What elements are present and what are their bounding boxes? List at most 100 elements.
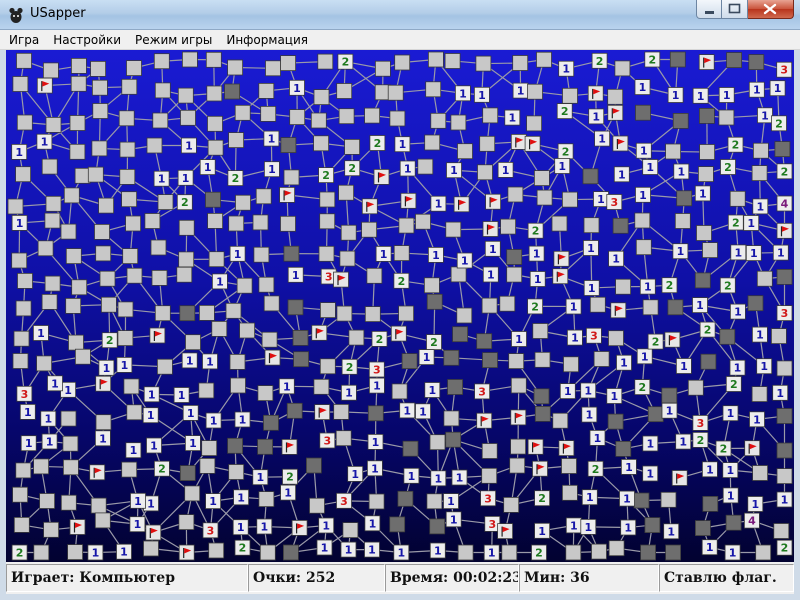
cell-number-3[interactable]: 3 (586, 327, 602, 344)
cell-unopened[interactable] (11, 252, 28, 269)
cell-unopened[interactable] (65, 248, 82, 265)
cell-number-1[interactable]: 1 (340, 384, 357, 401)
cell-number-1[interactable]: 1 (757, 107, 773, 124)
cell-number-1[interactable]: 1 (473, 86, 490, 103)
cell-number-2[interactable]: 2 (699, 321, 716, 338)
cell-flagged[interactable] (610, 302, 627, 319)
cell-number-1[interactable]: 1 (484, 240, 501, 257)
cell-number-1[interactable]: 1 (581, 406, 598, 423)
cell-opened-empty[interactable] (774, 141, 791, 157)
cell-number-3[interactable]: 3 (319, 432, 336, 449)
cell-unopened[interactable] (660, 491, 677, 508)
cell-unopened[interactable] (635, 239, 652, 256)
cell-unopened[interactable] (615, 278, 631, 295)
cell-opened-empty[interactable] (776, 408, 793, 424)
cell-unopened[interactable] (338, 184, 355, 201)
cell-unopened[interactable] (39, 493, 55, 509)
cell-unopened[interactable] (387, 84, 404, 101)
cell-opened-empty[interactable] (699, 108, 715, 124)
cell-unopened[interactable] (43, 521, 59, 538)
cell-opened-empty[interactable] (445, 431, 462, 448)
cell-number-1[interactable]: 1 (364, 541, 380, 558)
cell-unopened[interactable] (258, 83, 275, 99)
cell-unopened[interactable] (729, 190, 746, 207)
cell-unopened[interactable] (180, 109, 196, 126)
cell-number-1[interactable]: 1 (41, 433, 58, 450)
cell-number-1[interactable]: 1 (399, 160, 416, 177)
cell-number-2[interactable]: 2 (369, 135, 386, 151)
cell-unopened[interactable] (201, 440, 218, 457)
cell-number-1[interactable]: 1 (613, 166, 630, 183)
cell-flagged[interactable] (510, 134, 527, 150)
cell-number-1[interactable]: 1 (667, 87, 684, 103)
cell-number-3[interactable]: 3 (480, 490, 497, 507)
cell-number-3[interactable]: 3 (202, 522, 219, 539)
cell-flagged[interactable] (264, 349, 281, 366)
cell-opened-empty[interactable] (644, 517, 661, 534)
cell-unopened[interactable] (699, 144, 715, 160)
cell-number-1[interactable]: 1 (252, 469, 269, 486)
cell-unopened[interactable] (143, 540, 159, 557)
cell-unopened[interactable] (423, 277, 440, 294)
cell-opened-empty[interactable] (647, 406, 664, 423)
cell-number-2[interactable]: 2 (176, 194, 193, 211)
cell-unopened[interactable] (561, 458, 577, 474)
cell-opened-empty[interactable] (725, 514, 742, 531)
cell-number-1[interactable]: 1 (146, 437, 162, 454)
cell-flagged[interactable] (497, 523, 514, 540)
cell-number-1[interactable]: 1 (559, 383, 576, 400)
cell-number-2[interactable]: 2 (11, 544, 28, 561)
cell-number-1[interactable]: 1 (232, 519, 249, 536)
cell-opened-empty[interactable] (719, 328, 736, 345)
cell-flagged[interactable] (485, 193, 502, 210)
cell-number-1[interactable]: 1 (565, 517, 582, 534)
cell-number-1[interactable]: 1 (567, 329, 583, 346)
cell-unopened[interactable] (71, 57, 87, 74)
cell-unopened[interactable] (259, 544, 276, 561)
cell-number-1[interactable]: 1 (619, 490, 635, 507)
cell-number-2[interactable]: 2 (661, 277, 678, 294)
cell-unopened[interactable] (211, 320, 228, 337)
cell-unopened[interactable] (41, 158, 58, 175)
cell-unopened[interactable] (591, 543, 607, 560)
cell-number-1[interactable]: 1 (663, 523, 680, 540)
cell-number-1[interactable]: 1 (593, 191, 609, 208)
cell-flagged[interactable] (311, 324, 328, 341)
cell-number-1[interactable]: 1 (116, 543, 132, 560)
cell-unopened[interactable] (121, 461, 138, 478)
cell-unopened[interactable] (501, 544, 518, 561)
cell-number-1[interactable]: 1 (594, 130, 610, 147)
cell-flagged[interactable] (558, 440, 575, 457)
cell-unopened[interactable] (33, 458, 50, 475)
cell-number-1[interactable]: 1 (36, 133, 53, 150)
cell-number-1[interactable]: 1 (583, 240, 599, 256)
cell-unopened[interactable] (344, 139, 361, 155)
cell-unopened[interactable] (477, 164, 493, 181)
cell-unopened[interactable] (608, 540, 625, 557)
cell-unopened[interactable] (527, 83, 543, 100)
cell-unopened[interactable] (208, 251, 225, 268)
cell-number-1[interactable]: 1 (211, 273, 228, 290)
cell-unopened[interactable] (696, 225, 712, 241)
cell-number-1[interactable]: 1 (424, 382, 441, 398)
cell-number-2[interactable]: 2 (393, 272, 410, 289)
cell-opened-empty[interactable] (607, 413, 624, 430)
cell-number-1[interactable]: 1 (497, 162, 514, 178)
cell-flagged[interactable] (361, 198, 378, 215)
cell-unopened[interactable] (751, 386, 768, 403)
cell-number-1[interactable]: 1 (205, 493, 222, 510)
cell-flagged[interactable] (400, 192, 417, 209)
cell-flagged[interactable] (149, 327, 166, 344)
cell-number-2[interactable]: 2 (715, 440, 732, 457)
cell-number-1[interactable]: 1 (446, 162, 462, 179)
cell-number-1[interactable]: 1 (722, 405, 739, 422)
cell-unopened[interactable] (336, 83, 353, 99)
cell-number-1[interactable]: 1 (20, 435, 37, 452)
cell-number-1[interactable]: 1 (749, 411, 765, 428)
cell-number-3[interactable]: 3 (776, 61, 793, 78)
cell-flagged[interactable] (178, 544, 195, 561)
cell-unopened[interactable] (482, 107, 499, 124)
cell-opened-empty[interactable] (612, 217, 629, 234)
cell-unopened[interactable] (457, 143, 473, 160)
cell-unopened[interactable] (154, 305, 171, 322)
